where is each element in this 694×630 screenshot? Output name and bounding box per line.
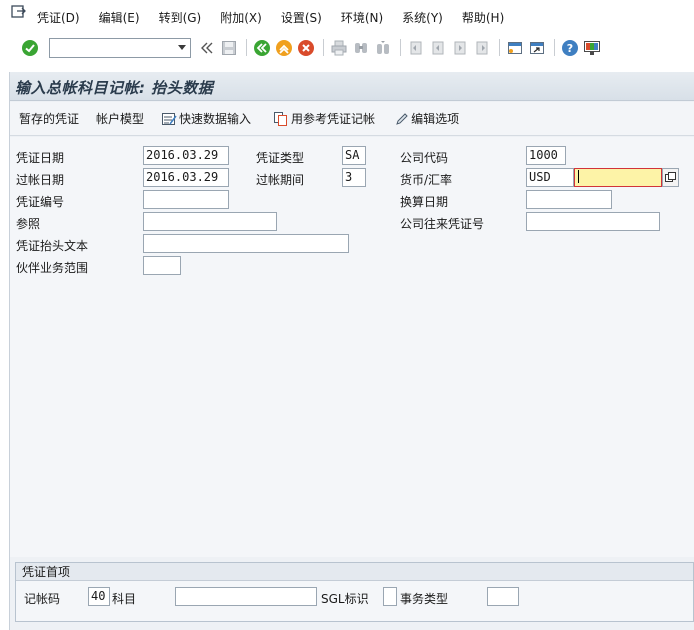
back-icon[interactable]: [252, 38, 272, 58]
toolbar-separator: [554, 39, 555, 56]
posting-key-label: 记帐码: [24, 592, 61, 606]
standard-toolbar: ?: [0, 34, 694, 61]
header-text-label: 凭证抬头文本: [16, 239, 89, 253]
reference-field[interactable]: [143, 212, 277, 231]
account-label: 科目: [112, 592, 137, 606]
new-session-icon[interactable]: [505, 38, 525, 58]
svg-text:?: ?: [567, 42, 573, 55]
transaction-type-label: 事务类型: [400, 592, 449, 606]
translation-date-field[interactable]: [526, 190, 612, 209]
enter-check-icon[interactable]: [20, 38, 40, 58]
fast-entry-icon: [162, 112, 177, 125]
currency-rate-label: 货币/汇率: [400, 173, 453, 187]
screen-titlebar: 输入总帐科目记帐: 抬头数据: [10, 72, 694, 101]
next-page-icon[interactable]: [450, 38, 470, 58]
menu-settings[interactable]: 设置(S): [281, 9, 333, 26]
fast-data-entry-label: 快速数据输入: [179, 112, 252, 126]
menu-exit-icon[interactable]: [11, 5, 27, 21]
menu-help[interactable]: 帮助(H): [462, 9, 515, 26]
account-model-button[interactable]: 帐户模型: [96, 110, 144, 127]
translation-date-label: 换算日期: [400, 195, 449, 209]
shortcut-icon[interactable]: [527, 38, 547, 58]
find-next-icon[interactable]: [373, 38, 393, 58]
main-workspace: 输入总帐科目记帐: 抬头数据 暂存的凭证 帐户模型 快速数据输入 用参考凭证记帐…: [9, 72, 694, 630]
doc-number-label: 凭证编号: [16, 195, 65, 209]
print-icon[interactable]: [329, 38, 349, 58]
post-with-reference-label: 用参考凭证记帐: [291, 112, 376, 126]
command-field[interactable]: [49, 37, 191, 58]
period-label: 过帐期间: [256, 173, 305, 187]
cross-cc-number-label: 公司往来凭证号: [400, 217, 485, 231]
toolbar-separator: [246, 39, 247, 56]
sgl-indicator-label: SGL标识: [321, 592, 369, 606]
copy-window-icon: [665, 172, 676, 182]
toolbar-separator: [499, 39, 500, 56]
chevron-down-icon[interactable]: [178, 44, 186, 50]
doc-type-field[interactable]: SA: [342, 146, 366, 165]
doc-date-label: 凭证日期: [16, 151, 65, 165]
help-icon[interactable]: ?: [560, 38, 580, 58]
menu-document[interactable]: 凭证(D): [37, 9, 91, 26]
doc-number-field[interactable]: [143, 190, 229, 209]
save-icon[interactable]: [219, 38, 239, 58]
previous-page-icon[interactable]: [428, 38, 448, 58]
period-field[interactable]: 3: [342, 168, 366, 187]
menu-extras[interactable]: 附加(X): [220, 9, 273, 26]
group-title: 凭证首项: [16, 563, 693, 581]
menu-system[interactable]: 系统(Y): [402, 9, 454, 26]
reference-label: 参照: [16, 217, 41, 231]
doc-date-field[interactable]: 2016.03.29: [143, 146, 229, 165]
find-icon[interactable]: [351, 38, 371, 58]
cancel-icon[interactable]: [296, 38, 316, 58]
account-model-label: 帐户模型: [96, 112, 145, 126]
reference-document-icon: [274, 111, 288, 126]
toolbar-separator: [400, 39, 401, 56]
toolbar-separator: [323, 39, 324, 56]
application-toolbar: 暂存的凭证 帐户模型 快速数据输入 用参考凭证记帐 编辑选项: [10, 102, 694, 136]
currency-field[interactable]: USD: [526, 168, 574, 187]
exchange-rate-field[interactable]: [574, 168, 662, 187]
page-title: 输入总帐科目记帐: 抬头数据: [15, 79, 214, 97]
last-page-icon[interactable]: [472, 38, 492, 58]
company-code-field[interactable]: 1000: [526, 146, 566, 165]
cross-cc-number-field[interactable]: [526, 212, 660, 231]
exit-icon[interactable]: [274, 38, 294, 58]
editing-options-button[interactable]: 编辑选项: [395, 110, 459, 127]
parked-documents-button[interactable]: 暂存的凭证: [19, 110, 79, 127]
parked-documents-label: 暂存的凭证: [19, 112, 80, 126]
posting-date-field[interactable]: 2016.03.29: [143, 168, 229, 187]
posting-key-field[interactable]: 40: [88, 587, 110, 606]
header-text-field[interactable]: [143, 234, 349, 253]
text-cursor: [578, 170, 579, 183]
double-chevron-left-icon[interactable]: [197, 38, 217, 58]
partner-business-area-field[interactable]: [143, 256, 181, 275]
pencil-icon: [396, 112, 408, 125]
fast-data-entry-button[interactable]: 快速数据输入: [161, 110, 251, 127]
first-page-icon[interactable]: [406, 38, 426, 58]
value-help-button[interactable]: [662, 168, 679, 187]
posting-date-label: 过帐日期: [16, 173, 65, 187]
menu-bar: 凭证(D) 编辑(E) 转到(G) 附加(X) 设置(S) 环境(N) 系统(Y…: [0, 0, 694, 34]
doc-type-label: 凭证类型: [256, 151, 305, 165]
editing-options-label: 编辑选项: [411, 112, 460, 126]
first-line-item-group: 凭证首项 记帐码 40 科目 SGL标识 事务类型: [15, 562, 694, 622]
menu-edit[interactable]: 编辑(E): [99, 9, 151, 26]
customize-layout-icon[interactable]: [582, 38, 602, 58]
partner-business-area-label: 伙伴业务范围: [16, 261, 89, 275]
sgl-indicator-field[interactable]: [383, 587, 397, 606]
transaction-type-field[interactable]: [487, 587, 519, 606]
post-with-reference-button[interactable]: 用参考凭证记帐: [273, 110, 375, 127]
header-data-form: 凭证日期 2016.03.29 凭证类型 SA 公司代码 1000 过帐日期 2…: [10, 137, 694, 557]
account-field[interactable]: [175, 587, 317, 606]
company-code-label: 公司代码: [400, 151, 449, 165]
menu-goto[interactable]: 转到(G): [159, 9, 213, 26]
menu-environment[interactable]: 环境(N): [341, 9, 394, 26]
